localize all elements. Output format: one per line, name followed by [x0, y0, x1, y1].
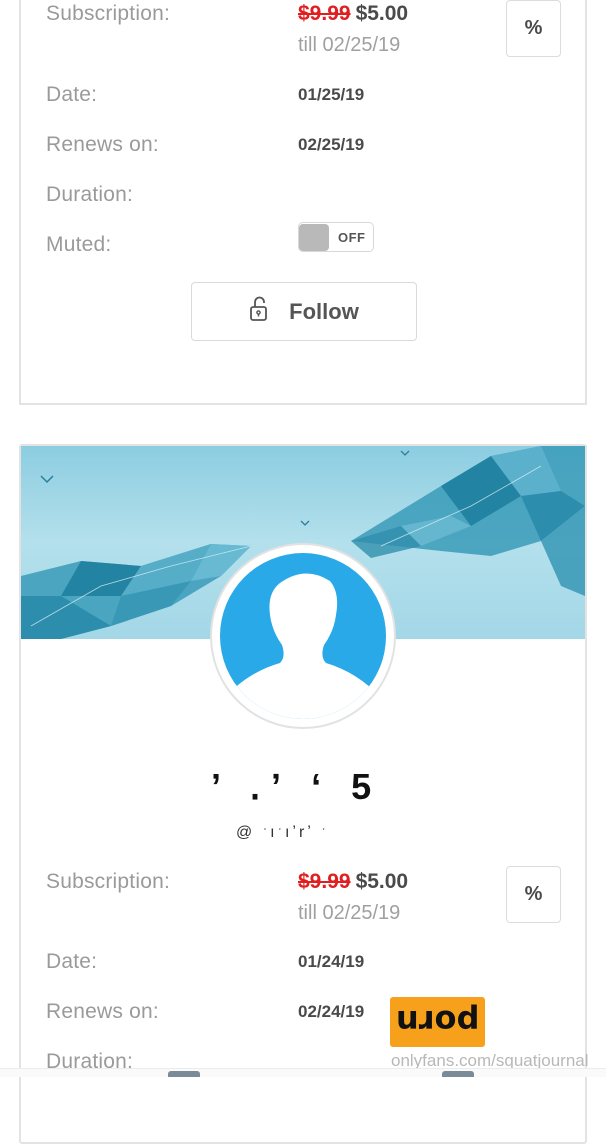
renews-label: Renews on: — [46, 1000, 159, 1023]
watermark-badge: porn — [390, 997, 485, 1047]
old-price: $9.99 — [298, 2, 351, 25]
subscription-label: Subscription: — [46, 2, 170, 25]
price: $9.99 $5.00 — [298, 2, 408, 26]
muted-toggle[interactable]: OFF — [298, 222, 374, 252]
new-price: $5.00 — [355, 870, 409, 893]
subscription-card-2: ’ ․ʼ ‘ 5 @ ˑıˑıʼrʼ ˑ Subscription: $9.99… — [19, 444, 587, 1144]
discount-button[interactable]: % — [506, 0, 561, 57]
price: $9.99 $5.00 — [298, 870, 408, 894]
subscription-card-1: Subscription: $9.99 $5.00 till 02/25/19 %… — [19, 0, 587, 405]
profile-handle: @ ˑıˑıʼrʼ ˑ — [236, 824, 329, 841]
profile-name: ’ ․ʼ ‘ 5 — [211, 766, 382, 807]
till-date: till 02/25/19 — [298, 34, 401, 56]
renews-value: 02/25/19 — [298, 135, 365, 154]
toggle-knob — [299, 223, 329, 251]
till-date: till 02/25/19 — [298, 902, 401, 924]
date-label: Date: — [46, 83, 98, 106]
duration-label: Duration: — [46, 183, 134, 206]
subscription-label: Subscription: — [46, 870, 170, 893]
follow-button[interactable]: Follow — [191, 282, 417, 341]
bottom-bar — [0, 1068, 606, 1077]
new-price: $5.00 — [355, 2, 409, 25]
renews-value: 02/24/19 — [298, 1002, 365, 1021]
discount-button[interactable]: % — [506, 866, 561, 923]
old-price: $9.99 — [298, 870, 351, 893]
scroll-tab-right[interactable] — [442, 1071, 474, 1077]
watermark-badge-text: porn — [395, 1003, 480, 1041]
follow-label: Follow — [289, 298, 359, 324]
muted-label: Muted: — [46, 233, 112, 256]
date-value: 01/24/19 — [298, 952, 365, 971]
unlock-icon — [249, 296, 271, 327]
date-value: 01/25/19 — [298, 85, 365, 104]
person-silhouette-icon — [220, 553, 386, 719]
renews-label: Renews on: — [46, 133, 159, 156]
scroll-tab-left[interactable] — [168, 1071, 200, 1077]
date-label: Date: — [46, 950, 98, 973]
toggle-state: OFF — [338, 229, 366, 245]
avatar[interactable] — [210, 543, 396, 729]
